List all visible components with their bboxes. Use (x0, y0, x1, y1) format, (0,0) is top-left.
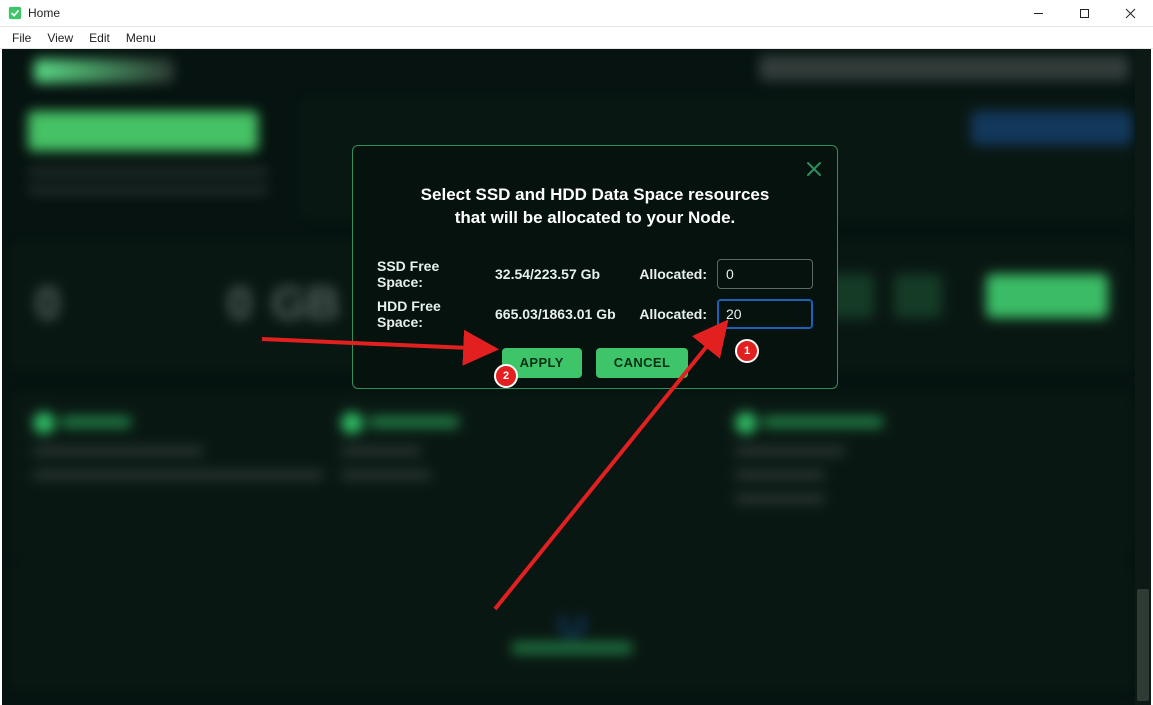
hdd-allocated-input[interactable] (717, 299, 813, 329)
modal-heading: Select SSD and HDD Data Space resources … (353, 146, 837, 230)
cancel-button[interactable]: CANCEL (596, 348, 689, 378)
menu-file[interactable]: File (4, 31, 39, 45)
menu-edit[interactable]: Edit (81, 31, 118, 45)
apply-button[interactable]: APPLY (502, 348, 582, 378)
hdd-allocated-label: Allocated: (639, 306, 707, 322)
window-minimize-button[interactable] (1015, 0, 1061, 26)
window-title: Home (28, 6, 60, 20)
ssd-allocated-label: Allocated: (639, 266, 707, 282)
window-titlebar: Home (0, 0, 1153, 27)
close-icon[interactable] (805, 160, 823, 178)
window-maximize-button[interactable] (1061, 0, 1107, 26)
app-viewport: 0 0 GB (2, 49, 1151, 705)
scrollbar-thumb[interactable] (1137, 589, 1149, 701)
hdd-free-value: 665.03/1863.01 Gb (495, 306, 616, 322)
hdd-free-label: HDD Free Space: (377, 298, 485, 330)
storage-allocation-modal: Select SSD and HDD Data Space resources … (352, 145, 838, 389)
ssd-allocated-input[interactable] (717, 259, 813, 289)
ssd-free-value: 32.54/223.57 Gb (495, 266, 600, 282)
scrollbar[interactable] (1135, 49, 1151, 705)
ssd-row: SSD Free Space: 32.54/223.57 Gb Allocate… (377, 254, 813, 294)
window-close-button[interactable] (1107, 0, 1153, 26)
app-icon (8, 6, 22, 20)
menubar: File View Edit Menu (0, 27, 1153, 49)
menu-view[interactable]: View (39, 31, 81, 45)
hdd-row: HDD Free Space: 665.03/1863.01 Gb Alloca… (377, 294, 813, 334)
ssd-free-label: SSD Free Space: (377, 258, 485, 290)
menu-menu[interactable]: Menu (118, 31, 164, 45)
